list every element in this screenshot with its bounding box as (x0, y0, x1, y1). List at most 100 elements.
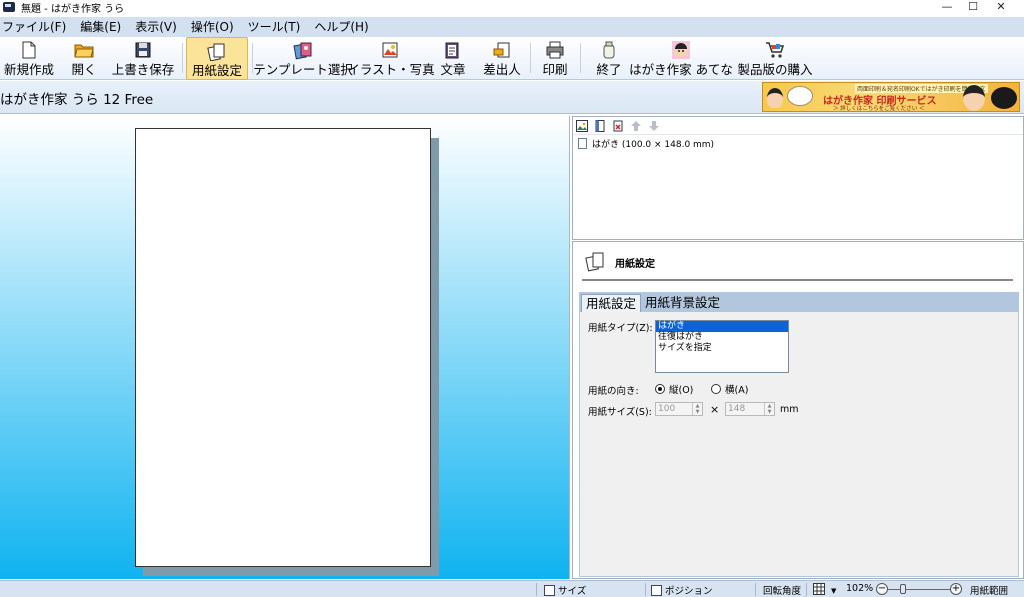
sender-button[interactable]: 差出人 (482, 37, 522, 80)
text-icon (442, 39, 464, 61)
print-button[interactable]: 印刷 (540, 37, 570, 80)
toolbar-separator (580, 43, 581, 73)
paper-type-option-custom[interactable]: サイズを指定 (656, 343, 788, 354)
panel-header: 用紙設定 (585, 250, 655, 275)
banner-sub-text: ＞ 詳しくはこちらをご覧ください ＜ (833, 106, 925, 112)
paper-item-label: はがき (100.0 × 148.0 mm) (592, 140, 715, 150)
paper-width-stepper[interactable]: 100 ▲ ▼ (655, 402, 703, 416)
move-up-icon[interactable] (629, 119, 643, 133)
orientation-portrait-radio[interactable]: 縦(O) (655, 382, 693, 396)
editing-canvas[interactable] (0, 116, 570, 579)
menu-view[interactable]: 表示(V) (135, 17, 177, 37)
status-position: ポジション (651, 583, 713, 597)
object-list-panel: はがき (100.0 × 148.0 mm) (572, 116, 1024, 240)
window-title: 無題 - はがき作家 うら (21, 3, 125, 15)
settings-tabs: 用紙設定 用紙背景設定 (579, 292, 1019, 312)
new-button[interactable]: 新規作成 (2, 37, 56, 80)
menu-edit[interactable]: 編集(E) (80, 17, 121, 37)
title-bar: 無題 - はがき作家 うら — ☐ ✕ (0, 0, 1024, 15)
stepper-down-icon[interactable]: ▼ (693, 409, 702, 415)
banner-character-icon (991, 87, 1017, 109)
postcard-page[interactable] (135, 128, 431, 567)
zoom-in-button[interactable]: + (950, 583, 962, 595)
new-document-icon (18, 39, 40, 61)
zoom-out-button[interactable]: − (876, 583, 888, 595)
banner-bubble (787, 86, 813, 106)
close-button[interactable]: ✕ (978, 0, 1024, 14)
template-icon (292, 39, 314, 61)
delete-icon[interactable] (611, 119, 625, 133)
paper-stack-icon (206, 40, 228, 62)
banner-character-icon (963, 85, 985, 111)
paper-type-list[interactable]: はがき 往復はがき サイズを指定 (655, 320, 789, 373)
menu-file[interactable]: ファイル(F) (2, 17, 66, 37)
size-times-sign: × (710, 403, 720, 416)
sub-header: はがき作家 うら 12 Free 両面印刷＆宛名印刷OKではがき印刷を簡単注文 … (0, 81, 1024, 114)
position-icon (651, 584, 662, 596)
illustration-icon (380, 39, 402, 61)
toolbar-separator (182, 43, 183, 73)
toolbar: 新規作成 開く 上書き保存 用紙設定 テンプレート選択 イラスト・写真 文章 差… (0, 37, 1024, 80)
list-item-paper[interactable]: はがき (100.0 × 148.0 mm) (578, 137, 1023, 150)
paper-height-value: 148 (728, 404, 746, 414)
status-bar: サイズ ポジション 回転角度 ▼ 102% − + 用紙範囲 (0, 580, 1024, 597)
zoom-level: 102% (846, 583, 874, 594)
menu-bar: ファイル(F) 編集(E) 表示(V) 操作(O) ツール(T) ヘルプ(H) (0, 17, 1024, 37)
exit-button[interactable]: 終了 (594, 37, 624, 80)
document-title: はがき作家 うら 12 Free (0, 92, 154, 108)
document-icon (578, 138, 587, 149)
size-icon (544, 584, 555, 596)
toolbar-separator (530, 43, 531, 73)
atena-button[interactable]: はがき作家 あてな (629, 37, 733, 80)
save-icon (132, 39, 154, 61)
properties-panel: 用紙設定 用紙設定 用紙背景設定 用紙タイプ(Z): はがき 往復はがき サイズ… (572, 241, 1024, 579)
open-button[interactable]: 開く (70, 37, 98, 80)
status-paper-range[interactable]: 用紙範囲 (970, 583, 1008, 597)
paper-type-option-hagaki[interactable]: はがき (656, 321, 788, 332)
paper-settings-button[interactable]: 用紙設定 (186, 37, 248, 80)
menu-operation[interactable]: 操作(O) (191, 17, 234, 37)
status-size: サイズ (544, 583, 586, 597)
save-button[interactable]: 上書き保存 (110, 37, 176, 80)
printer-icon (544, 39, 566, 61)
cart-icon (764, 39, 786, 61)
orientation-landscape-radio[interactable]: 横(A) (711, 382, 748, 396)
paper-height-stepper[interactable]: 148 ▲ ▼ (725, 402, 775, 416)
zoom-slider-thumb[interactable] (900, 584, 906, 594)
page-icon[interactable] (593, 119, 607, 133)
paper-settings-content: 用紙タイプ(Z): はがき 往復はがき サイズを指定 用紙の向き: 縦(O) 横… (579, 312, 1019, 577)
move-down-icon[interactable] (647, 119, 661, 133)
template-select-button[interactable]: テンプレート選択 (253, 37, 353, 80)
folder-icon (73, 39, 95, 61)
zoom-slider-track[interactable] (888, 589, 950, 590)
orientation-label: 用紙の向き: (588, 386, 639, 397)
panel-divider (582, 279, 1013, 281)
banner-character-icon (767, 88, 783, 108)
print-service-banner[interactable]: 両面印刷＆宛名印刷OKではがき印刷を簡単注文 はがき作家 印刷サービス ＞ 詳し… (762, 82, 1020, 112)
panel-title: 用紙設定 (615, 259, 655, 270)
size-unit: mm (780, 404, 799, 415)
paper-type-option-ofuku[interactable]: 往復はがき (656, 332, 788, 343)
illust-photo-button[interactable]: イラスト・写真 (347, 37, 435, 80)
chevron-down-icon[interactable]: ▼ (831, 587, 836, 595)
app-icon (3, 2, 15, 12)
exit-icon (598, 39, 620, 61)
menu-tools[interactable]: ツール(T) (248, 17, 301, 37)
grid-icon (813, 583, 825, 597)
text-button[interactable]: 文章 (438, 37, 468, 80)
status-rotation: 回転角度 (763, 586, 802, 597)
object-list-toolbar (573, 117, 1023, 135)
stepper-down-icon[interactable]: ▼ (765, 409, 774, 415)
paper-width-value: 100 (658, 404, 676, 414)
image-icon[interactable] (575, 119, 589, 133)
paper-size-label: 用紙サイズ(S): (588, 407, 652, 418)
character-face-icon (670, 39, 692, 61)
buy-product-button[interactable]: 製品版の購入 (738, 37, 813, 80)
tab-paper-background[interactable]: 用紙背景設定 (641, 294, 724, 312)
menu-help[interactable]: ヘルプ(H) (314, 17, 368, 37)
sender-icon (491, 39, 513, 61)
tab-paper-settings[interactable]: 用紙設定 (581, 294, 642, 312)
grid-toggle[interactable]: ▼ (813, 583, 836, 597)
radio-selected-icon (655, 384, 665, 394)
paper-type-label: 用紙タイプ(Z): (588, 323, 653, 334)
